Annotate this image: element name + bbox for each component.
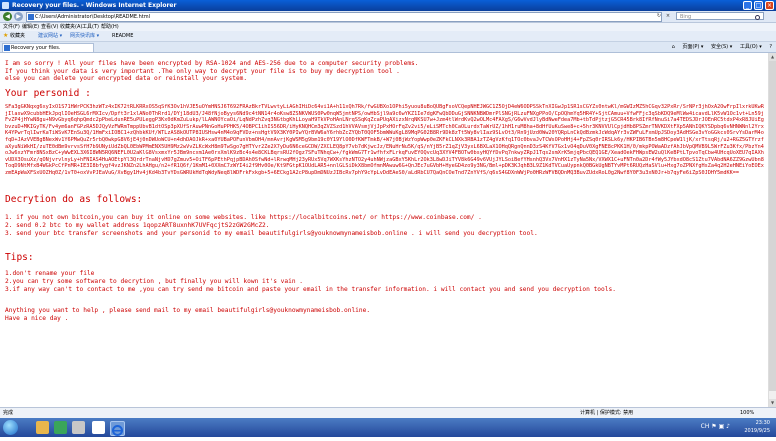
ie-taskbar-icon[interactable] — [110, 421, 125, 436]
tools-menu[interactable]: 工具(O) ▾ — [740, 42, 762, 52]
tab-recovery[interactable]: Recovery your files. — [2, 43, 94, 52]
tip-2: 2.you can try some software to decrytion… — [5, 278, 304, 285]
app-taskbar-icon[interactable] — [72, 421, 85, 434]
search-input[interactable]: Bing — [676, 12, 764, 20]
help-button[interactable]: ? — [769, 42, 772, 52]
taskbar-clock[interactable]: 23:30 2019/9/25 — [744, 419, 770, 435]
page-menu[interactable]: 页面(P) ▾ — [682, 42, 703, 52]
window-titlebar[interactable]: Recovery your files. - Windows Internet … — [0, 0, 776, 11]
closing-line-2: Have a nice day . — [5, 315, 69, 322]
menu-help[interactable]: 帮助(H) — [101, 23, 119, 31]
vertical-scrollbar[interactable]: ▲ ▼ — [768, 53, 776, 407]
system-tray: CH ⚑ ▣ ♪ — [701, 423, 730, 430]
tab-label: Recovery your files. — [11, 45, 61, 51]
scroll-thumb[interactable] — [769, 61, 776, 391]
intro-line-2: If you think your data is very important… — [5, 67, 400, 75]
clock-time: 23:30 — [755, 420, 770, 426]
web-slice-gallery-link[interactable]: 网页快讯库 ▾ — [70, 31, 99, 41]
volume-icon[interactable]: ♪ — [726, 423, 730, 430]
step-2: 2. send 0.2 btc to my wallet address 1qo… — [5, 222, 270, 229]
menu-edit[interactable]: 编辑(E) — [22, 23, 39, 31]
favorites-button[interactable]: ★ 收藏夹 — [3, 31, 25, 41]
menu-tools[interactable]: 工具(T) — [82, 23, 99, 31]
stop-icon[interactable]: × — [665, 13, 671, 19]
personid-heading: Your personid : — [5, 88, 91, 99]
security-zone[interactable]: 计算机 | 保护模式: 禁用 — [580, 408, 633, 418]
start-button[interactable] — [3, 420, 18, 435]
tip-1: 1.don't rename your file — [5, 270, 95, 277]
zoom-level[interactable]: 100% — [740, 408, 754, 418]
scroll-up-icon[interactable]: ▲ — [769, 53, 776, 61]
menu-view[interactable]: 查看(V) — [41, 23, 58, 31]
star-icon: ★ — [3, 32, 9, 39]
search-icon[interactable] — [755, 15, 760, 20]
decryption-heading: Decrytion do as follows: — [5, 194, 143, 205]
page-icon — [4, 45, 10, 51]
clock-date: 2019/9/25 — [744, 428, 770, 434]
intro-line-1: I am so sorry ! All your files have been… — [5, 60, 419, 67]
window-title: Recovery your files. - Windows Internet … — [12, 2, 177, 9]
page-content[interactable]: I am so sorry ! All your files have been… — [0, 53, 776, 407]
network-icon[interactable]: ▣ — [719, 423, 725, 430]
closing-line-1: Anything you want to help , please send … — [5, 307, 371, 314]
status-bar: 完成 计算机 | 保护模式: 禁用 100% — [0, 407, 776, 418]
address-input[interactable]: C:\Users\Administrator\Desktop\README.ht… — [26, 12, 662, 22]
step-1: 1. if you not own bitcoin,you can buy it… — [5, 214, 482, 221]
ie-icon — [112, 425, 123, 436]
scroll-down-icon[interactable]: ▼ — [769, 399, 776, 407]
home-icon[interactable]: ⌂ — [672, 42, 675, 52]
tab-bar: Recovery your files. ⌂ 页面(P) ▾ 安全(S) ▾ 工… — [0, 42, 776, 53]
minimize-button[interactable]: _ — [743, 1, 752, 10]
personid-key: SFa3gGKNqxg6xyIxO1S71HWrPCK3hzWTz4xIK72t… — [5, 104, 764, 176]
page-icon — [28, 14, 34, 20]
refresh-icon[interactable]: ↻ — [656, 13, 662, 19]
tip-3: 3.if any way can't to contact to me ,you… — [5, 286, 616, 293]
tips-heading: Tips: — [5, 252, 34, 263]
safety-menu[interactable]: 安全(S) ▾ — [711, 42, 732, 52]
taskbar: CH ⚑ ▣ ♪ 23:30 2019/9/25 — [0, 418, 776, 437]
status-text: 完成 — [3, 410, 14, 416]
language-indicator[interactable]: CH — [701, 423, 710, 430]
ie-icon — [2, 2, 9, 9]
menu-file[interactable]: 文件(F) — [3, 23, 20, 31]
forward-arrow-icon[interactable]: ▶ — [14, 12, 23, 21]
intro-line-3: else you can delete your encrypted data … — [5, 75, 248, 82]
step-3: 3. send your btc transfer screenshots an… — [5, 230, 538, 237]
command-bar: ⌂ 页面(P) ▾ 安全(S) ▾ 工具(O) ▾ ? — [666, 42, 772, 52]
suggested-sites-link[interactable]: 建议网站 ▾ — [38, 31, 62, 41]
favorites-bar: ★ 收藏夹 建议网站 ▾ 网页快讯库 ▾ README — [0, 31, 776, 42]
address-url: C:\Users\Administrator\Desktop\README.ht… — [35, 14, 150, 20]
back-arrow-icon[interactable]: ◀ — [3, 12, 12, 21]
address-toolbar: ◀ ▶ C:\Users\Administrator\Desktop\READM… — [0, 11, 776, 23]
menu-favorites[interactable]: 收藏夹(A) — [60, 23, 82, 31]
search-placeholder: Bing — [680, 14, 692, 20]
flag-icon[interactable]: ⚑ — [711, 423, 716, 430]
maximize-button[interactable]: □ — [754, 1, 763, 10]
app2-taskbar-icon[interactable] — [92, 421, 105, 434]
menu-bar: 文件(F) 编辑(E) 查看(V) 收藏夹(A) 工具(T) 帮助(H) — [0, 23, 776, 31]
readme-favorite-link[interactable]: README — [112, 31, 133, 41]
close-button[interactable]: × — [765, 1, 774, 10]
explorer-taskbar-icon[interactable] — [36, 421, 49, 434]
media-taskbar-icon[interactable] — [54, 421, 67, 434]
